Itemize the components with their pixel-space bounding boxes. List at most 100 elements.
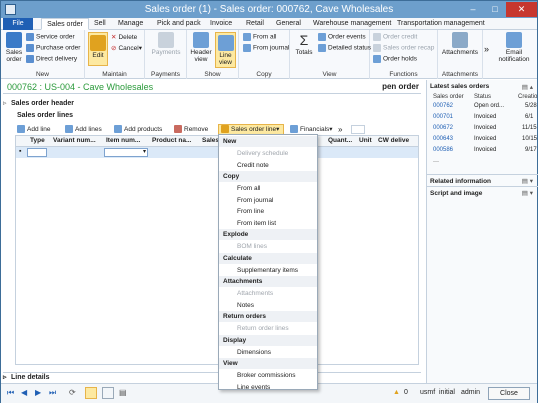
list-item[interactable]: 000762 Open ord... 5/28 <box>427 103 538 113</box>
col-quantity[interactable]: Quant... <box>328 137 352 144</box>
sales-lines-grid: Type Variant num... Item num... Product … <box>15 135 419 365</box>
last-record-icon[interactable]: ⏭ <box>49 388 56 398</box>
tab-general[interactable]: General <box>276 18 301 30</box>
tab-warehouse-management[interactable]: Warehouse management <box>313 18 391 30</box>
title-bar: Sales order (1) - Sales order: 000762, C… <box>1 1 537 18</box>
col-product-name[interactable]: Product na... <box>152 137 191 144</box>
minimize-button[interactable]: – <box>462 2 484 17</box>
add-line-button[interactable]: Add line <box>17 124 51 135</box>
next-record-icon[interactable]: ▶ <box>35 388 41 397</box>
paperclip-icon <box>452 32 468 48</box>
col-unit[interactable]: Unit <box>359 137 372 144</box>
service-order-button[interactable]: Service order <box>26 33 75 41</box>
toolbar-dropdown[interactable] <box>351 125 365 134</box>
col-item-number[interactable]: Item num... <box>106 137 140 144</box>
list-item[interactable]: 000643 Invoiced 10/15 <box>427 136 538 146</box>
document-icon[interactable]: ▤ <box>119 388 127 397</box>
menu-item-from-item-list[interactable]: From item list <box>219 218 317 229</box>
menu-item-attachments[interactable]: Attachments <box>219 288 317 299</box>
first-record-icon[interactable]: ⏮ <box>7 388 14 398</box>
menu-item-from-all[interactable]: From all <box>219 183 317 194</box>
group-attachments: Attachments Attachments <box>438 30 483 79</box>
expand-icon: ▹ <box>3 100 7 107</box>
line-details-section[interactable]: ▹ Line details <box>3 372 421 383</box>
expand-icon: ▹ <box>3 374 7 381</box>
script-options-icon[interactable]: ▤ ▾ <box>522 189 533 197</box>
row-checkbox[interactable]: ▪ <box>19 148 21 155</box>
menu-item-notes[interactable]: Notes <box>219 300 317 311</box>
close-window-button[interactable]: ✕ <box>506 2 537 17</box>
col-variant-number[interactable]: Variant num... <box>53 137 96 144</box>
tab-sell[interactable]: Sell <box>94 18 106 30</box>
tab-invoice[interactable]: Invoice <box>210 18 232 30</box>
copy-from-all-button[interactable]: From all <box>243 33 276 41</box>
order-events-button[interactable]: Order events <box>318 33 366 41</box>
sales-order-recap-button[interactable]: Sales order recap <box>373 44 434 52</box>
sales-order-button[interactable]: Sales order <box>4 32 24 63</box>
order-credit-button[interactable]: Order credit <box>373 33 417 41</box>
type-cell[interactable] <box>27 148 47 157</box>
list-item[interactable]: 000701 Invoiced 6/1 <box>427 114 538 124</box>
menu-item-from-line[interactable]: From line <box>219 206 317 217</box>
group-label-payments: Payments <box>151 71 180 78</box>
direct-delivery-button[interactable]: Direct delivery <box>26 55 77 63</box>
group-maintain: Edit ✕ Delete ⊘ Cancel▾ Maintain <box>85 30 145 79</box>
add-products-button[interactable]: Add products <box>114 124 162 135</box>
menu-item-bom-lines[interactable]: BOM lines <box>219 241 317 252</box>
order-holds-button[interactable]: Order holds <box>373 55 417 63</box>
tab-retail[interactable]: Retail <box>246 18 264 30</box>
tab-transportation-management[interactable]: Transportation management <box>397 18 485 30</box>
sales-order-lines-section[interactable]: Sales order lines <box>17 112 435 119</box>
menu-item-line-events[interactable]: Line events <box>219 382 317 393</box>
user-label[interactable]: initial <box>439 389 455 396</box>
tab-sales-order[interactable]: Sales order <box>41 18 89 30</box>
edit-mode-icon[interactable] <box>85 387 97 399</box>
email-notification-button[interactable]: Email notification <box>494 32 534 63</box>
detailed-status-button[interactable]: Detailed status <box>318 44 371 52</box>
view-mode-icon[interactable] <box>102 387 114 399</box>
menu-section-copy: Copy <box>219 171 317 182</box>
maximize-button[interactable]: □ <box>484 2 506 17</box>
list-item[interactable]: 000672 Invoiced 11/15 <box>427 125 538 135</box>
toolbar-more-button[interactable]: » <box>338 124 342 135</box>
close-button[interactable]: Close <box>488 387 530 400</box>
col-sales[interactable]: Sales <box>202 137 219 144</box>
previous-record-icon[interactable]: ◀ <box>21 388 27 397</box>
line-view-button[interactable]: Line view <box>215 32 236 68</box>
col-type[interactable]: Type <box>30 137 45 144</box>
table-row[interactable]: ▪ ▾ <box>16 147 418 158</box>
tab-manage[interactable]: Manage <box>118 18 143 30</box>
menu-section-calculate: Calculate <box>219 252 317 264</box>
menu-item-from-journal[interactable]: From journal <box>219 195 317 206</box>
factbox-options-icon[interactable]: ▤ ▴ <box>522 83 533 91</box>
notification-bell-icon[interactable]: ▲ <box>393 389 400 396</box>
related-options-icon[interactable]: ▤ ▾ <box>522 177 533 185</box>
copy-from-journal-button[interactable]: From journal <box>243 44 289 52</box>
tab-file[interactable]: File <box>3 18 33 30</box>
menu-item-delivery-schedule[interactable]: Delivery schedule <box>219 148 317 159</box>
list-item[interactable]: 000586 Invoiced 9/17 <box>427 147 538 157</box>
totals-button[interactable]: Σ Totals <box>293 32 315 56</box>
menu-item-dimensions[interactable]: Dimensions <box>219 347 317 358</box>
edit-button[interactable]: Edit <box>88 32 108 66</box>
remove-button[interactable]: Remove <box>174 124 208 135</box>
tab-pick-and-pack[interactable]: Pick and pack <box>157 18 201 30</box>
menu-item-credit-note[interactable]: Credit note <box>219 160 317 171</box>
menu-item-supplementary-items[interactable]: Supplementary items <box>219 265 317 276</box>
item-number-input[interactable]: ▾ <box>104 148 148 157</box>
delete-button[interactable]: ✕ Delete <box>111 33 137 41</box>
cancel-button[interactable]: ⊘ Cancel▾ <box>111 44 142 52</box>
refresh-icon[interactable]: ⟳ <box>69 388 76 397</box>
company-label[interactable]: usmf <box>420 389 435 396</box>
ribbon-more-button[interactable]: » <box>484 44 489 54</box>
add-lines-button[interactable]: Add lines <box>65 124 102 135</box>
sales-order-header-section[interactable]: ▹ Sales order header <box>3 99 421 107</box>
menu-item-return-order-lines[interactable]: Return order lines <box>219 323 317 334</box>
purchase-order-button[interactable]: Purchase order <box>26 44 80 52</box>
attachments-button[interactable]: Attachments <box>440 32 480 56</box>
menu-item-broker-commissions[interactable]: Broker commissions <box>219 370 317 381</box>
col-cw-delivery[interactable]: CW delive <box>378 137 409 144</box>
header-view-button[interactable]: Header view <box>189 32 213 63</box>
payments-button[interactable]: Payments <box>150 32 182 56</box>
role-label[interactable]: admin <box>461 389 480 396</box>
